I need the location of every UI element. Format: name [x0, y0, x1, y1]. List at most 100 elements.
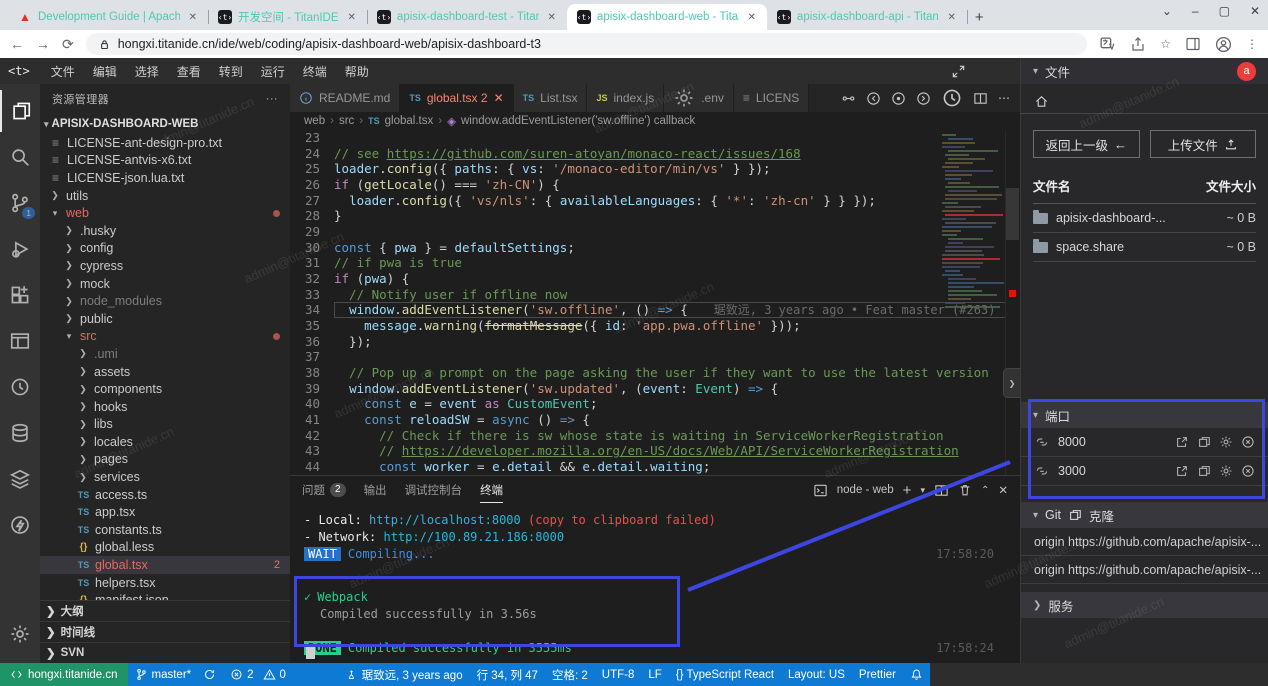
- tree-file[interactable]: {}global.less: [40, 539, 290, 557]
- code-line[interactable]: 31// if pwa is true: [290, 255, 1020, 271]
- code-line[interactable]: 35 message.warning(formatMessage({ id: '…: [290, 318, 1020, 334]
- tree-folder[interactable]: ❯cypress: [40, 257, 290, 275]
- profile-avatar-icon[interactable]: [1215, 36, 1232, 53]
- browser-tab[interactable]: ‹t›apisix-dashboard-api - TitanID✕: [767, 4, 967, 30]
- panel-expand-button[interactable]: ❯: [1003, 368, 1020, 398]
- external-icon[interactable]: [1175, 435, 1189, 449]
- ports-panel-header[interactable]: ▾端口: [1021, 402, 1268, 428]
- tree-folder[interactable]: ❯components: [40, 380, 290, 398]
- tree-file[interactable]: TShelpers.tsx: [40, 574, 290, 592]
- menu-item[interactable]: 终端: [294, 61, 336, 82]
- git-remote-row[interactable]: origin https://github.com/apache/apisix-…: [1021, 556, 1268, 584]
- code-line[interactable]: 41 const reloadSW = async () => {: [290, 412, 1020, 428]
- close-panel-icon[interactable]: ✕: [998, 483, 1008, 497]
- reload-icon[interactable]: ⟳: [62, 36, 74, 53]
- menu-item[interactable]: 转到: [210, 61, 252, 82]
- menu-item[interactable]: 选择: [126, 61, 168, 82]
- code-editor[interactable]: 2324// see https://github.com/suren-atoy…: [290, 130, 1020, 475]
- encoding-status[interactable]: UTF-8: [595, 663, 642, 686]
- activity-preview[interactable]: [0, 320, 40, 362]
- problems-status[interactable]: 20: [223, 663, 293, 686]
- code-line[interactable]: 26if (getLocale() === 'zh-CN') {: [290, 177, 1020, 193]
- code-line[interactable]: 29: [290, 224, 1020, 240]
- tree-folder[interactable]: ❯hooks: [40, 398, 290, 416]
- upload-file-button[interactable]: 上传文件: [1150, 130, 1257, 158]
- external-icon[interactable]: [1175, 464, 1189, 478]
- browser-tab[interactable]: ‹t›apisix-dashboard-web - TitanI✕: [567, 4, 767, 30]
- gear-icon[interactable]: [1219, 464, 1233, 478]
- tab-close-icon[interactable]: ✕: [494, 91, 504, 105]
- activity-history[interactable]: [0, 366, 40, 408]
- forward-icon[interactable]: →: [36, 36, 50, 52]
- minimap[interactable]: [942, 134, 1004, 434]
- tab-close-icon[interactable]: ✕: [745, 11, 759, 24]
- editor-tab[interactable]: JSindex.js: [587, 84, 664, 112]
- tab-close-icon[interactable]: ✕: [545, 11, 559, 24]
- explorer-section-时间线[interactable]: ❯时间线: [40, 621, 290, 642]
- terminal-dropdown-icon[interactable]: ▾: [920, 485, 925, 496]
- tab-close-icon[interactable]: ✕: [345, 11, 359, 24]
- menu-dots-icon[interactable]: ⋮: [1246, 37, 1258, 51]
- split-terminal-icon[interactable]: [934, 483, 949, 498]
- tab-close-icon[interactable]: ✕: [186, 11, 200, 24]
- bookmark-star-icon[interactable]: ☆: [1160, 37, 1171, 51]
- maximize-panel-icon[interactable]: ⌃: [981, 485, 989, 496]
- blame-status[interactable]: 琚致远, 3 years ago: [339, 663, 470, 686]
- split-icon[interactable]: [973, 91, 988, 106]
- activity-files[interactable]: [0, 90, 40, 132]
- tree-folder[interactable]: ❯.umi: [40, 345, 290, 363]
- code-line[interactable]: 25loader.config({ paths: { vs: '/monaco-…: [290, 161, 1020, 177]
- copy-icon[interactable]: [1197, 464, 1211, 478]
- services-panel-header[interactable]: ❯服务: [1021, 592, 1268, 618]
- breadcrumb-item[interactable]: src: [339, 115, 354, 127]
- translate-icon[interactable]: [1099, 36, 1116, 53]
- editor-tab[interactable]: TSList.tsx: [514, 84, 588, 112]
- bell-icon[interactable]: [903, 663, 930, 686]
- tree-folder[interactable]: ❯utils: [40, 187, 290, 205]
- code-line[interactable]: 44 const worker = e.detail && e.detail.w…: [290, 459, 1020, 475]
- explorer-section-SVN[interactable]: ❯SVN: [40, 642, 290, 663]
- code-line[interactable]: 37: [290, 349, 1020, 365]
- activity-scm[interactable]: 1: [0, 182, 40, 224]
- code-line[interactable]: 32if (pwa) {: [290, 271, 1020, 287]
- code-line[interactable]: 43 // https://developer.mozilla.org/en-U…: [290, 443, 1020, 459]
- code-line[interactable]: 36 });: [290, 334, 1020, 350]
- code-line[interactable]: 33 // Notify user if offline now: [290, 287, 1020, 303]
- code-line[interactable]: 40 const e = event as CustomEvent;: [290, 396, 1020, 412]
- home-icon[interactable]: [1034, 94, 1049, 109]
- tree-folder[interactable]: ❯.husky: [40, 222, 290, 240]
- code-line[interactable]: 23: [290, 130, 1020, 146]
- minimize-icon[interactable]: –: [1192, 4, 1199, 18]
- code-line[interactable]: 28}: [290, 208, 1020, 224]
- browser-tab[interactable]: ‹t›开发空间 - TitanIDE✕: [208, 4, 367, 30]
- new-terminal-icon[interactable]: +: [903, 482, 912, 499]
- close-port-icon[interactable]: [1241, 435, 1255, 449]
- cursor-position[interactable]: 行 34, 列 47: [470, 663, 545, 686]
- formatter-status[interactable]: Prettier: [852, 663, 903, 686]
- copy-icon[interactable]: [1197, 435, 1211, 449]
- fullscreen-icon[interactable]: [951, 64, 966, 79]
- editor-scrollbar[interactable]: [1005, 130, 1020, 475]
- file-row[interactable]: apisix-dashboard-...~ 0 B: [1033, 204, 1256, 233]
- close-port-icon[interactable]: [1241, 464, 1255, 478]
- breadcrumb-item[interactable]: window.addEventListener('sw.offline') ca…: [461, 115, 695, 127]
- activity-layers[interactable]: [0, 458, 40, 500]
- tree-folder[interactable]: ▾src: [40, 328, 290, 346]
- tree-file[interactable]: TSaccess.ts: [40, 486, 290, 504]
- explorer-section-大纲[interactable]: ❯大纲: [40, 600, 290, 621]
- tree-file[interactable]: TSconstants.ts: [40, 521, 290, 539]
- tree-file[interactable]: TSapp.tsx: [40, 503, 290, 521]
- tree-folder[interactable]: ❯assets: [40, 363, 290, 381]
- address-bar[interactable]: hongxi.titanide.cn/ide/web/coding/apisix…: [86, 33, 1088, 55]
- kill-terminal-icon[interactable]: [958, 483, 972, 497]
- activity-extensions[interactable]: [0, 274, 40, 316]
- activity-search[interactable]: [0, 136, 40, 178]
- code-line[interactable]: 39 window.addEventListener('sw.updated',…: [290, 381, 1020, 397]
- new-tab-button[interactable]: +: [975, 9, 984, 26]
- tree-folder[interactable]: ❯public: [40, 310, 290, 328]
- gear-icon[interactable]: [1219, 435, 1233, 449]
- tree-folder[interactable]: ▾web: [40, 204, 290, 222]
- breadcrumb[interactable]: web›src›TS global.tsx›◈window.addEventLi…: [290, 112, 1020, 130]
- tree-folder[interactable]: ❯pages: [40, 451, 290, 469]
- tree-folder[interactable]: ❯mock: [40, 275, 290, 293]
